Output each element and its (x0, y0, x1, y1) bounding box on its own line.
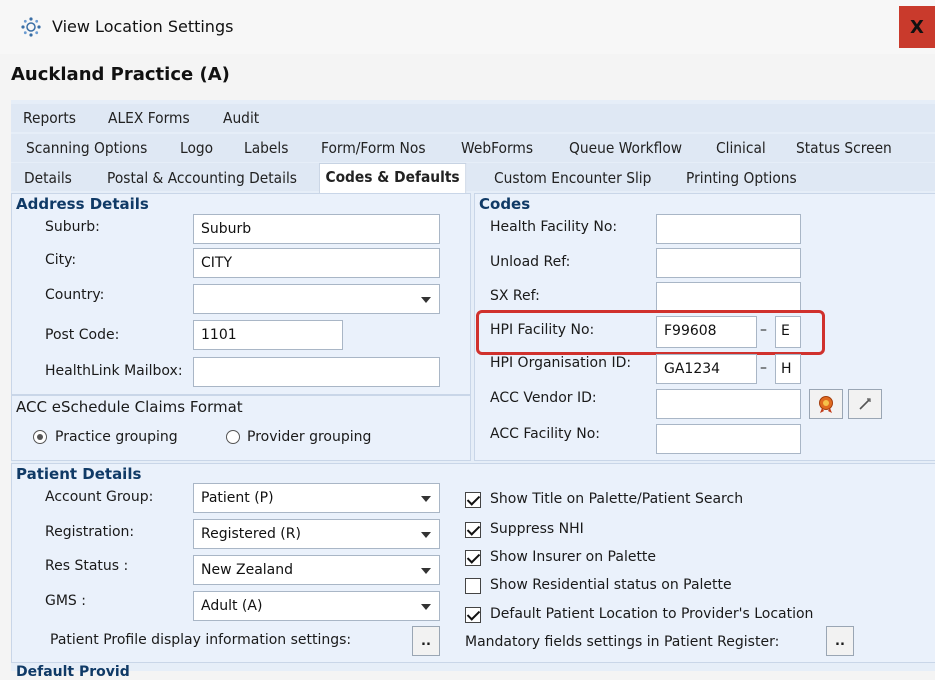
tab-custom-encounter-slip[interactable]: Custom Encounter Slip (494, 169, 651, 187)
default-location-checkbox[interactable] (465, 607, 481, 623)
show-insurer-label: Show Insurer on Palette (490, 549, 657, 565)
acc-vendor-edit-button[interactable] (848, 389, 882, 419)
res-status-select[interactable]: New Zealand (193, 555, 440, 585)
edit-pen-icon (859, 398, 871, 410)
acc-facility-field[interactable] (656, 424, 801, 454)
postcode-field[interactable]: 1101 (193, 320, 343, 350)
default-provider-section-title: Default Provid (16, 664, 130, 680)
provider-grouping-label: Provider grouping (247, 429, 372, 445)
registration-select[interactable]: Registered (R) (193, 519, 440, 549)
hpi-org-check-field[interactable]: H (775, 354, 801, 384)
profile-settings-button[interactable]: .. (412, 626, 440, 656)
show-residential-label: Show Residential status on Palette (490, 577, 732, 593)
provider-grouping-radio[interactable] (226, 430, 240, 444)
profile-settings-label: Patient Profile display information sett… (50, 632, 352, 648)
country-label: Country: (45, 287, 105, 303)
show-title-checkbox[interactable] (465, 492, 481, 508)
tab-queue-workflow[interactable]: Queue Workflow (569, 139, 682, 157)
account-group-select[interactable]: Patient (P) (193, 483, 440, 513)
registration-label: Registration: (45, 524, 135, 540)
tab-row-3: Details Postal & Accounting Details Code… (11, 163, 935, 194)
gms-select[interactable]: Adult (A) (193, 591, 440, 621)
practice-name: Auckland Practice (A) (11, 64, 230, 85)
patient-details-title: Patient Details (16, 465, 142, 483)
show-title-label: Show Title on Palette/Patient Search (490, 491, 744, 507)
app-logo-icon (20, 16, 42, 38)
address-details-title: Address Details (16, 195, 149, 213)
acc-format-title: ACC eSchedule Claims Format (16, 398, 243, 416)
gms-value: Adult (A) (201, 598, 263, 614)
highlight-box (476, 310, 825, 355)
res-status-value: New Zealand (201, 562, 293, 578)
account-group-value: Patient (P) (201, 490, 274, 506)
tab-row-1: Reports ALEX Forms Audit (11, 104, 935, 132)
practice-grouping-radio[interactable] (33, 430, 47, 444)
codes-title: Codes (479, 195, 531, 213)
unload-ref-label: Unload Ref: (490, 254, 571, 270)
registration-value: Registered (R) (201, 526, 301, 542)
tab-details[interactable]: Details (24, 169, 72, 187)
chevron-down-icon (421, 568, 431, 574)
chevron-down-icon (421, 297, 431, 303)
tab-audit[interactable]: Audit (223, 109, 259, 127)
unload-ref-field[interactable] (656, 248, 801, 278)
acc-vendor-field[interactable] (656, 389, 801, 419)
practice-grouping-label: Practice grouping (55, 429, 178, 445)
mandatory-fields-label: Mandatory fields settings in Patient Reg… (465, 634, 780, 650)
tab-webforms[interactable]: WebForms (461, 139, 533, 157)
acc-vendor-lookup-button[interactable] (809, 389, 843, 419)
tab-printing-options[interactable]: Printing Options (686, 169, 797, 187)
account-group-label: Account Group: (45, 489, 154, 505)
res-status-label: Res Status : (45, 558, 129, 574)
tab-alex-forms[interactable]: ALEX Forms (108, 109, 190, 127)
suburb-label: Suburb: (45, 219, 100, 235)
healthlink-field[interactable] (193, 357, 440, 387)
tab-logo[interactable]: Logo (180, 139, 213, 157)
badge-icon (819, 396, 833, 413)
tab-codes-defaults[interactable]: Codes & Defaults (319, 163, 467, 194)
hpi-org-dash: – (760, 360, 767, 376)
mandatory-fields-button[interactable]: .. (826, 626, 854, 656)
hpi-org-label: HPI Organisation ID: (490, 355, 632, 371)
tab-row-2: Scanning Options Logo Labels Form/Form N… (11, 134, 935, 162)
healthlink-label: HealthLink Mailbox: (45, 363, 183, 379)
suppress-nhi-checkbox[interactable] (465, 522, 481, 538)
health-facility-field[interactable] (656, 214, 801, 244)
window-title: View Location Settings (52, 17, 234, 36)
chevron-down-icon (421, 532, 431, 538)
city-field[interactable]: CITY (193, 248, 440, 278)
tab-postal-accounting[interactable]: Postal & Accounting Details (107, 169, 297, 187)
acc-facility-label: ACC Facility No: (490, 426, 601, 442)
close-button[interactable]: X (899, 6, 935, 48)
tab-status-screen[interactable]: Status Screen (796, 139, 892, 157)
gms-label: GMS : (45, 593, 86, 609)
sx-ref-label: SX Ref: (490, 288, 540, 304)
show-residential-checkbox[interactable] (465, 578, 481, 594)
postcode-label: Post Code: (45, 327, 120, 343)
sx-ref-field[interactable] (656, 282, 801, 312)
chevron-down-icon (421, 604, 431, 610)
city-label: City: (45, 252, 77, 268)
health-facility-label: Health Facility No: (490, 219, 618, 235)
hpi-org-field[interactable]: GA1234 (656, 354, 757, 384)
tab-clinical[interactable]: Clinical (716, 139, 766, 157)
suppress-nhi-label: Suppress NHI (490, 521, 584, 537)
tab-scanning-options[interactable]: Scanning Options (26, 139, 147, 157)
show-insurer-checkbox[interactable] (465, 550, 481, 566)
suburb-field[interactable]: Suburb (193, 214, 440, 244)
tab-form-nos[interactable]: Form/Form Nos (321, 139, 426, 157)
tab-labels[interactable]: Labels (244, 139, 288, 157)
country-select[interactable] (193, 284, 440, 314)
tab-reports[interactable]: Reports (23, 109, 76, 127)
default-location-label: Default Patient Location to Provider's L… (490, 606, 814, 622)
chevron-down-icon (421, 496, 431, 502)
acc-vendor-label: ACC Vendor ID: (490, 390, 597, 406)
